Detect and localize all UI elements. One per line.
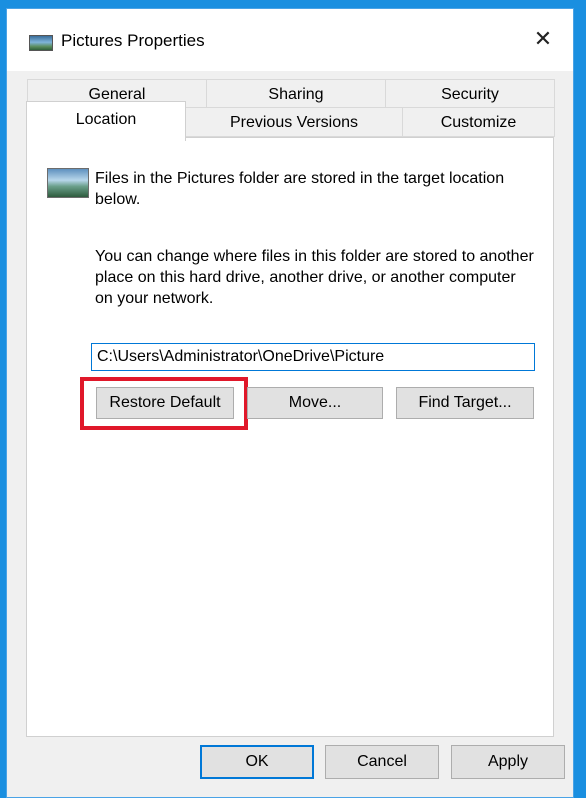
properties-dialog: Pictures Properties ✕ General Sharing Se… xyxy=(6,8,574,798)
tab-strip: General Sharing Security Location Previo… xyxy=(7,71,573,143)
dialog-title: Pictures Properties xyxy=(61,31,205,50)
location-panel: Files in the Pictures folder are stored … xyxy=(26,137,554,737)
pictures-folder-icon xyxy=(47,168,89,198)
tab-security[interactable]: Security xyxy=(385,79,555,109)
move-button[interactable]: Move... xyxy=(247,387,383,419)
apply-button[interactable]: Apply xyxy=(451,745,565,779)
tab-customize[interactable]: Customize xyxy=(402,107,555,137)
tab-sharing[interactable]: Sharing xyxy=(206,79,386,109)
ok-button[interactable]: OK xyxy=(200,745,314,779)
pictures-folder-icon xyxy=(29,35,53,51)
cancel-button[interactable]: Cancel xyxy=(325,745,439,779)
location-info-text: Files in the Pictures folder are stored … xyxy=(95,170,505,208)
target-path-input[interactable] xyxy=(91,343,535,371)
restore-default-button[interactable]: Restore Default xyxy=(96,387,234,419)
close-icon[interactable]: ✕ xyxy=(531,27,555,51)
title-bar[interactable]: Pictures Properties ✕ xyxy=(7,9,573,71)
tab-previous-versions[interactable]: Previous Versions xyxy=(185,107,403,137)
tab-location[interactable]: Location xyxy=(26,101,186,141)
find-target-button[interactable]: Find Target... xyxy=(396,387,534,419)
location-change-text: You can change where files in this folde… xyxy=(95,248,534,307)
